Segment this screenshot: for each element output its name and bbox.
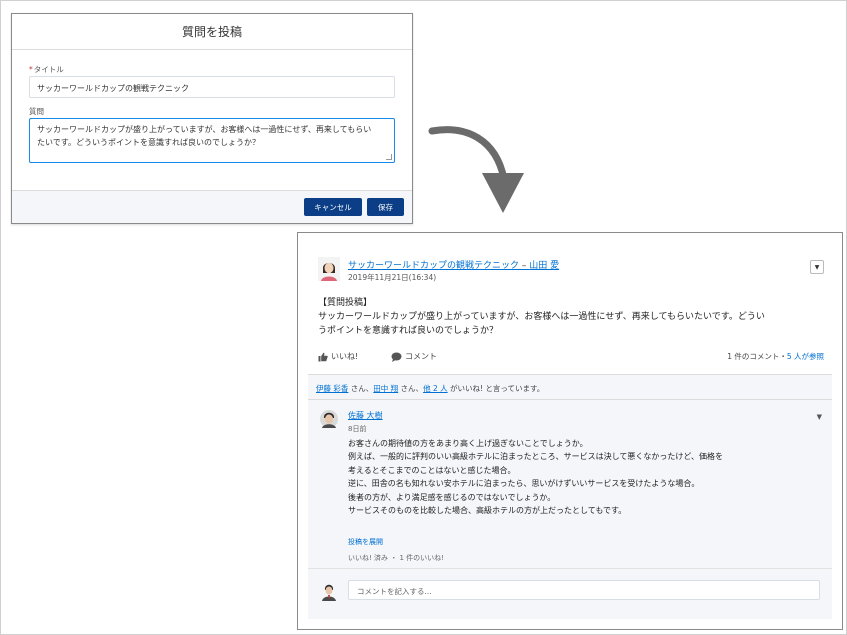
- comment-line: お客さんの期待値の方をあまり高く上げ過ぎないことでしょうか。: [348, 439, 588, 448]
- comment-line: 考えるとそこまでのことはないと感じた場合。: [348, 465, 516, 475]
- likes-text-3: がいいね! と言っています。: [447, 384, 545, 393]
- modal-body: *タイトル サッカーワールドカップの観戦テクニック 質問 サッカーワールドカップ…: [12, 50, 412, 163]
- liker-link-1[interactable]: 伊藤 彩香: [316, 384, 348, 393]
- question-textarea[interactable]: サッカーワールドカップが盛り上がっていますが、お客様へは一過性にせず、再来しても…: [29, 118, 395, 163]
- curved-arrow-icon: [428, 126, 524, 213]
- current-user-avatar-icon: [322, 584, 336, 601]
- post-counts: 1 件のコメント・5 人が参照: [727, 351, 824, 362]
- modal-footer: キャンセル 保存: [12, 190, 412, 223]
- like-label: いいね!: [331, 352, 359, 361]
- speech-bubble-icon: [391, 352, 402, 362]
- views-link[interactable]: 5 人が参照: [787, 352, 824, 361]
- divider: [308, 399, 832, 400]
- screenshot-frame: 質問を投稿 *タイトル サッカーワールドカップの観戦テクニック 質問 サッカーワ…: [0, 0, 847, 635]
- post-title-link[interactable]: サッカーワールドカップの観戦テクニック: [348, 261, 519, 271]
- likes-summary: 伊藤 彩香 さん、田中 翔 さん、他 2 人 がいいね! と言っています。: [316, 383, 544, 394]
- post-question-modal: 質問を投稿 *タイトル サッカーワールドカップの観戦テクニック 質問 サッカーワ…: [11, 13, 413, 224]
- post-body-line2: サッカーワールドカップが盛り上がっていますが、お客様へは一過性にせず、再来しても…: [318, 312, 765, 322]
- thumbs-up-icon: [318, 352, 328, 361]
- comment-input[interactable]: コメントを記入する...: [348, 580, 820, 600]
- comment-like-meta[interactable]: いいね! 済み ・ 1 件のいいね!: [348, 553, 444, 563]
- comment-timestamp: 8日前: [348, 425, 367, 433]
- comment-label: コメント: [405, 352, 437, 361]
- comments-panel: 伊藤 彩香 さん、田中 翔 さん、他 2 人 がいいね! と言っています。 佐藤…: [308, 374, 832, 619]
- other-likers-link[interactable]: 他 2 人: [423, 384, 448, 393]
- comment-author-link[interactable]: 佐藤 大樹: [348, 410, 383, 421]
- comment-menu-chevron-down-icon[interactable]: ▼: [817, 413, 822, 421]
- likes-text-1: さん、: [348, 384, 374, 393]
- liker-link-2[interactable]: 田中 翔: [373, 384, 398, 393]
- feed-post-card: サッカーワールドカップの観戦テクニック – 山田 愛 2019年11月21日(1…: [297, 232, 843, 630]
- post-date: 2019年11月21日(16:34): [348, 273, 437, 282]
- commenter-avatar-icon: [320, 410, 338, 428]
- post-menu-chevron-down-icon[interactable]: ▼: [810, 260, 824, 274]
- comment-count: 1 件のコメント・: [727, 352, 787, 361]
- comment-line: サービスそのものを比較した場合、高級ホテルの方が上だったとしてもです。: [348, 506, 627, 516]
- comment-line: 逆に、田舎の名も知れない安ホテルに泊まったら、思いがけずいいサービスを受けたよう…: [348, 479, 700, 489]
- question-field-label: 質問: [29, 107, 44, 116]
- comment-line: 後者の方が、より満足感を感じるのではないでしょうか。: [348, 492, 556, 502]
- modal-title: 質問を投稿: [12, 14, 412, 50]
- user-avatar-icon: [318, 257, 340, 281]
- title-field-label: *タイトル: [29, 64, 395, 74]
- expand-post-link[interactable]: 投稿を展開: [348, 537, 383, 547]
- cancel-button[interactable]: キャンセル: [304, 198, 362, 216]
- question-text-line2: たいです。どういうポイントを意識すれば良いのでしょうか？: [37, 138, 260, 147]
- post-body-line1: 【質問投稿】: [318, 298, 373, 308]
- comment-button[interactable]: コメント: [391, 351, 437, 362]
- post-actions-bar: いいね! コメント 1 件のコメント・5 人が参照: [318, 351, 824, 367]
- title-label-text: タイトル: [33, 65, 64, 74]
- comment-body: お客さんの期待値の方をあまり高く上げ過ぎないことでしょうか。 例えば、一般的に評…: [348, 437, 828, 517]
- post-body-line3: うポイントを意識すれば良いのでしょうか？: [318, 326, 499, 336]
- save-button[interactable]: 保存: [367, 198, 404, 216]
- post-author-link[interactable]: 山田 愛: [529, 261, 559, 271]
- divider: [308, 568, 832, 569]
- post-header: サッカーワールドカップの観戦テクニック – 山田 愛 2019年11月21日(1…: [318, 257, 824, 287]
- like-button[interactable]: いいね!: [318, 351, 358, 362]
- likes-text-2: さん、: [398, 384, 424, 393]
- title-input[interactable]: サッカーワールドカップの観戦テクニック: [29, 76, 395, 98]
- post-body: 【質問投稿】 サッカーワールドカップが盛り上がっていますが、お客様へは一過性にせ…: [318, 296, 828, 338]
- post-title-line: サッカーワールドカップの観戦テクニック – 山田 愛: [348, 258, 559, 271]
- question-text-line1: サッカーワールドカップが盛り上がっていますが、お客様へは一過性にせず、再来しても…: [37, 125, 372, 134]
- resize-handle-icon[interactable]: [386, 154, 392, 160]
- required-mark: *: [29, 65, 33, 74]
- title-separator: –: [519, 261, 530, 271]
- comment-line: 例えば、一般的に評判のいい高級ホテルに泊まったところ、サービスは決して悪くなかっ…: [348, 452, 724, 462]
